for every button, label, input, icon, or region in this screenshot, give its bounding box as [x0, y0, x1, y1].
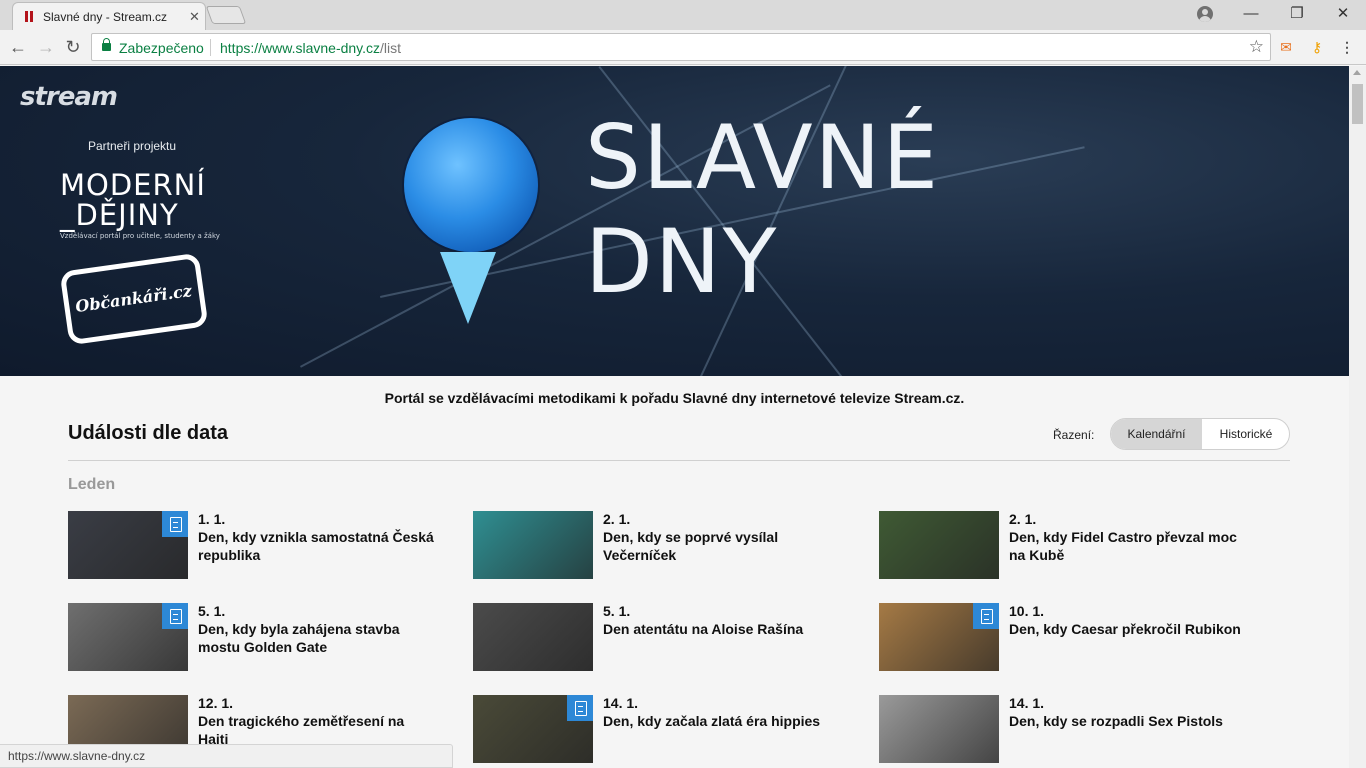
page-scrollbar[interactable]	[1349, 66, 1366, 768]
event-thumbnail[interactable]	[473, 511, 593, 579]
event-card[interactable]: 2. 1. Den, kdy se poprvé vysílal Večerníč…	[473, 511, 853, 581]
page-viewport: stream Partneři projektu MODERNÍ _DĚJINY…	[0, 66, 1349, 768]
document-icon	[162, 511, 188, 537]
event-title[interactable]: Den, kdy Fidel Castro převzal moc na Kub…	[1009, 528, 1249, 564]
sort-label: Řazení:	[1053, 428, 1095, 442]
restore-icon[interactable]: ❐	[1274, 0, 1320, 30]
site-favicon-icon	[25, 11, 33, 22]
sort-calendar-button[interactable]: Kalendářní	[1111, 419, 1202, 449]
document-icon	[567, 695, 593, 721]
event-date: 12. 1.	[198, 695, 234, 711]
url-path: /list	[380, 40, 402, 56]
event-thumbnail[interactable]	[879, 603, 999, 671]
event-date: 2. 1.	[603, 511, 631, 527]
address-bar[interactable]: Zabezpečeno https://www.slavne-dny.cz/li…	[91, 33, 1271, 61]
event-title[interactable]: Den, kdy Caesar překročil Rubikon	[1009, 620, 1249, 638]
event-card[interactable]: 1. 1. Den, kdy vznikla samostatná Česká r…	[68, 511, 448, 581]
event-card[interactable]: 10. 1. Den, kdy Caesar překročil Rubikon	[879, 603, 1259, 673]
status-bar: https://www.slavne-dny.cz	[0, 744, 453, 768]
reload-icon[interactable]: ↻	[63, 37, 83, 57]
event-title[interactable]: Den, kdy se rozpadli Sex Pistols	[1009, 712, 1249, 730]
event-card[interactable]: 14. 1. Den, kdy začala zlatá éra hippies	[473, 695, 853, 765]
moderni-dejiny-tagline: Vzdělávací portál pro učitele, studenty …	[60, 232, 220, 240]
event-card[interactable]: 2. 1. Den, kdy Fidel Castro převzal moc n…	[879, 511, 1259, 581]
secure-label: Zabezpečeno	[119, 40, 204, 56]
event-title[interactable]: Den, kdy vznikla samostatná Česká republ…	[198, 528, 438, 564]
bookmark-star-icon[interactable]: ☆	[1249, 37, 1264, 57]
tab-strip: Slavné dny - Stream.cz ✕ — ❐ ✕	[0, 0, 1366, 30]
close-window-icon[interactable]: ✕	[1320, 0, 1366, 30]
browser-toolbar: ← → ↻ Zabezpečeno https://www.slavne-dny…	[0, 30, 1366, 65]
hero-title-line1: SLAVNÉ	[585, 106, 941, 209]
minimize-icon[interactable]: —	[1228, 0, 1274, 30]
hero-title: SLAVNÉ DNY	[585, 106, 940, 314]
event-card[interactable]: 5. 1. Den, kdy byla zahájena stavba mostu…	[68, 603, 448, 673]
scroll-up-icon[interactable]	[1353, 70, 1361, 75]
tab-title: Slavné dny - Stream.cz	[43, 10, 168, 24]
event-title[interactable]: Den, kdy začala zlatá éra hippies	[603, 712, 843, 730]
event-date: 1. 1.	[198, 511, 226, 527]
document-icon	[973, 603, 999, 629]
sort-toggle: Kalendářní Historické	[1110, 418, 1290, 450]
mail-extension-icon[interactable]: ✉	[1277, 38, 1295, 56]
event-card[interactable]: 5. 1. Den atentátu na Aloise Rašína	[473, 603, 853, 673]
hero-title-line2: DNY	[585, 210, 779, 313]
event-date: 10. 1.	[1009, 603, 1045, 619]
obcankari-logo[interactable]: Občankáři.cz	[59, 252, 209, 346]
event-thumbnail[interactable]	[68, 603, 188, 671]
event-date: 14. 1.	[603, 695, 639, 711]
event-title[interactable]: Den, kdy se poprvé vysílal Večerníček	[603, 528, 843, 564]
url-text[interactable]: https://www.slavne-dny.cz/list	[220, 40, 401, 56]
browser-tab[interactable]: Slavné dny - Stream.cz ✕	[12, 2, 206, 30]
hero-banner: stream Partneři projektu MODERNÍ _DĚJINY…	[0, 66, 1349, 376]
section-divider	[68, 460, 1290, 461]
forward-arrow-icon[interactable]: →	[36, 37, 56, 57]
partners-label: Partneři projektu	[88, 139, 177, 153]
menu-icon[interactable]: ⋮	[1338, 38, 1356, 56]
tab-close-icon[interactable]: ✕	[189, 9, 200, 25]
new-tab-button[interactable]	[205, 6, 247, 24]
month-heading: Leden	[68, 476, 116, 493]
scrollbar-thumb[interactable]	[1352, 84, 1363, 124]
section-title: Události dle data	[68, 422, 229, 444]
profile-icon[interactable]	[1197, 6, 1213, 22]
moderni-dejiny-logo[interactable]: MODERNÍ _DĚJINY Vzdělávací portál pro uč…	[60, 170, 220, 240]
back-arrow-icon[interactable]: ←	[8, 37, 28, 57]
obcankari-logo-text: Občankáři.cz	[74, 280, 193, 317]
event-date: 5. 1.	[198, 603, 226, 619]
event-thumbnail[interactable]	[879, 695, 999, 763]
event-thumbnail[interactable]	[68, 511, 188, 579]
event-date: 14. 1.	[1009, 695, 1045, 711]
lock-icon	[102, 38, 111, 51]
document-icon	[162, 603, 188, 629]
event-thumbnail[interactable]	[879, 511, 999, 579]
event-date: 2. 1.	[1009, 511, 1037, 527]
event-thumbnail[interactable]	[473, 695, 593, 763]
event-title[interactable]: Den atentátu na Aloise Rašína	[603, 620, 843, 638]
event-date: 5. 1.	[603, 603, 631, 619]
url-host: https://www.slavne-dny.cz	[220, 40, 381, 56]
key-extension-icon[interactable]: ⚷	[1308, 38, 1326, 56]
sort-historical-button[interactable]: Historické	[1202, 419, 1289, 449]
event-card[interactable]: 14. 1. Den, kdy se rozpadli Sex Pistols	[879, 695, 1259, 765]
omnibox-separator	[210, 39, 211, 56]
map-pin-icon	[404, 118, 538, 252]
moderni-dejiny-line1: MODERNÍ	[60, 168, 206, 202]
event-thumbnail[interactable]	[473, 603, 593, 671]
portal-tagline: Portál se vzdělávacími metodikami k pořa…	[384, 390, 965, 406]
event-title[interactable]: Den, kdy byla zahájena stavba mostu Gold…	[198, 620, 438, 656]
moderni-dejiny-line2: _DĚJINY	[60, 198, 179, 232]
map-pin-tail	[440, 252, 496, 324]
stream-logo[interactable]: stream	[20, 82, 118, 112]
event-title[interactable]: Den tragického zemětřesení na Haiti	[198, 712, 438, 748]
